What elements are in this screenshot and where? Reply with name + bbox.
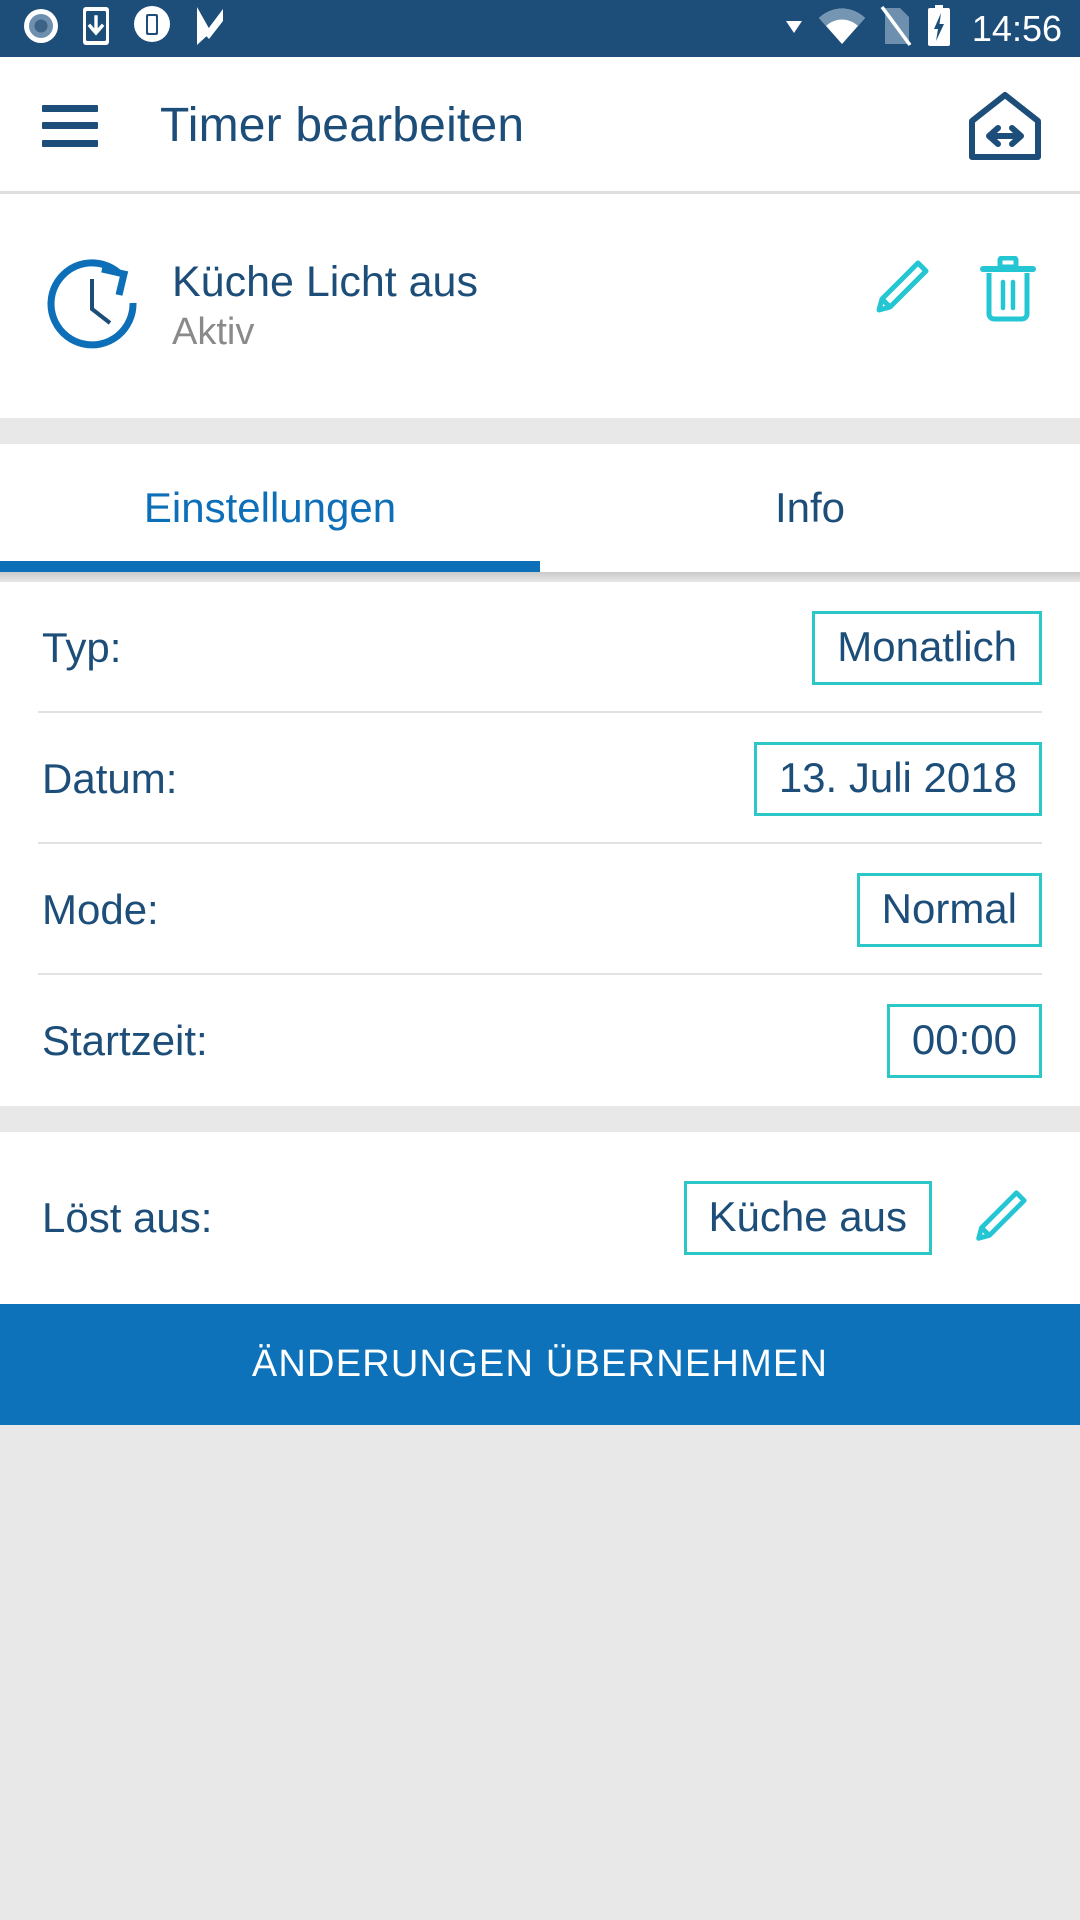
clock-rotate-icon bbox=[40, 251, 150, 361]
battery-charging-icon bbox=[926, 5, 952, 52]
setting-value-wrap-datum: 13. Juli 2018 bbox=[753, 741, 1042, 816]
setting-row-mode: Mode: Normal bbox=[0, 844, 1080, 975]
hamburger-menu-icon[interactable] bbox=[42, 104, 98, 147]
status-bar-clock: 14:56 bbox=[971, 7, 1062, 49]
timer-state: Aktiv bbox=[172, 310, 255, 353]
apply-changes-button[interactable]: ÄNDERUNGEN ÜBERNEHMEN bbox=[0, 1304, 1080, 1425]
setting-row-datum: Datum: 13. Juli 2018 bbox=[0, 713, 1080, 844]
setting-label-typ: Typ: bbox=[42, 623, 122, 671]
checkmark-flag-icon bbox=[194, 5, 226, 52]
bottom-background bbox=[0, 1425, 1080, 1665]
home-transfer-icon[interactable] bbox=[962, 83, 1048, 169]
app-screen: 14:56 Timer bearbeiten Küche Licht aus A… bbox=[0, 0, 1080, 1920]
tab-active-indicator bbox=[0, 561, 540, 572]
setting-label-startzeit: Startzeit: bbox=[42, 1016, 208, 1064]
timer-name: Küche Licht aus bbox=[172, 258, 478, 307]
tab-bar-shadow bbox=[0, 572, 1080, 582]
setting-value-mode[interactable]: Normal bbox=[856, 872, 1042, 947]
section-gap-middle bbox=[0, 1106, 1080, 1132]
status-bar-left-icons bbox=[22, 5, 226, 52]
wifi-icon bbox=[818, 6, 866, 51]
setting-label-mode: Mode: bbox=[42, 885, 159, 933]
setting-value-startzeit[interactable]: 00:00 bbox=[886, 1003, 1042, 1078]
setting-value-datum[interactable]: 13. Juli 2018 bbox=[753, 741, 1042, 816]
status-bar-right-icons: 14:56 bbox=[784, 5, 1062, 52]
setting-label-datum: Datum: bbox=[42, 754, 178, 802]
edit-timer-pencil-icon[interactable] bbox=[868, 257, 932, 321]
tab-bar: Einstellungen Info bbox=[0, 444, 1080, 572]
status-bar: 14:56 bbox=[0, 0, 1080, 57]
setting-value-typ[interactable]: Monatlich bbox=[812, 610, 1042, 685]
timer-summary-card: Küche Licht aus Aktiv bbox=[0, 194, 1080, 418]
page-title: Timer bearbeiten bbox=[160, 99, 525, 152]
dropdown-caret-icon bbox=[784, 16, 804, 41]
setting-value-wrap-typ: Monatlich bbox=[812, 610, 1042, 685]
trigger-value[interactable]: Küche aus bbox=[683, 1181, 932, 1255]
trigger-label: Löst aus: bbox=[42, 1194, 213, 1241]
app-bar: Timer bearbeiten bbox=[0, 57, 1080, 194]
timer-text-block: Küche Licht aus Aktiv bbox=[172, 259, 478, 352]
edit-trigger-pencil-icon[interactable] bbox=[968, 1187, 1030, 1249]
timer-actions bbox=[868, 256, 1038, 356]
trigger-panel: Löst aus: Küche aus bbox=[0, 1132, 1080, 1304]
setting-value-wrap-startzeit: 00:00 bbox=[886, 1003, 1042, 1078]
tab-einstellungen[interactable]: Einstellungen bbox=[0, 444, 540, 572]
trigger-row: Löst aus: Küche aus bbox=[0, 1132, 1080, 1304]
phone-download-icon bbox=[82, 6, 110, 51]
section-gap-top bbox=[0, 418, 1080, 444]
phone-circle-icon bbox=[132, 5, 172, 52]
tab-info[interactable]: Info bbox=[540, 444, 1080, 572]
setting-value-wrap-mode: Normal bbox=[856, 872, 1042, 947]
record-circle-icon bbox=[22, 7, 60, 50]
delete-timer-trash-icon[interactable] bbox=[978, 256, 1038, 322]
settings-panel: Typ: Monatlich Datum: 13. Juli 2018 Mode… bbox=[0, 582, 1080, 1106]
sim-off-icon bbox=[880, 5, 912, 52]
trigger-value-wrap: Küche aus bbox=[683, 1181, 1042, 1255]
setting-row-startzeit: Startzeit: 00:00 bbox=[0, 975, 1080, 1106]
setting-row-typ: Typ: Monatlich bbox=[0, 582, 1080, 713]
